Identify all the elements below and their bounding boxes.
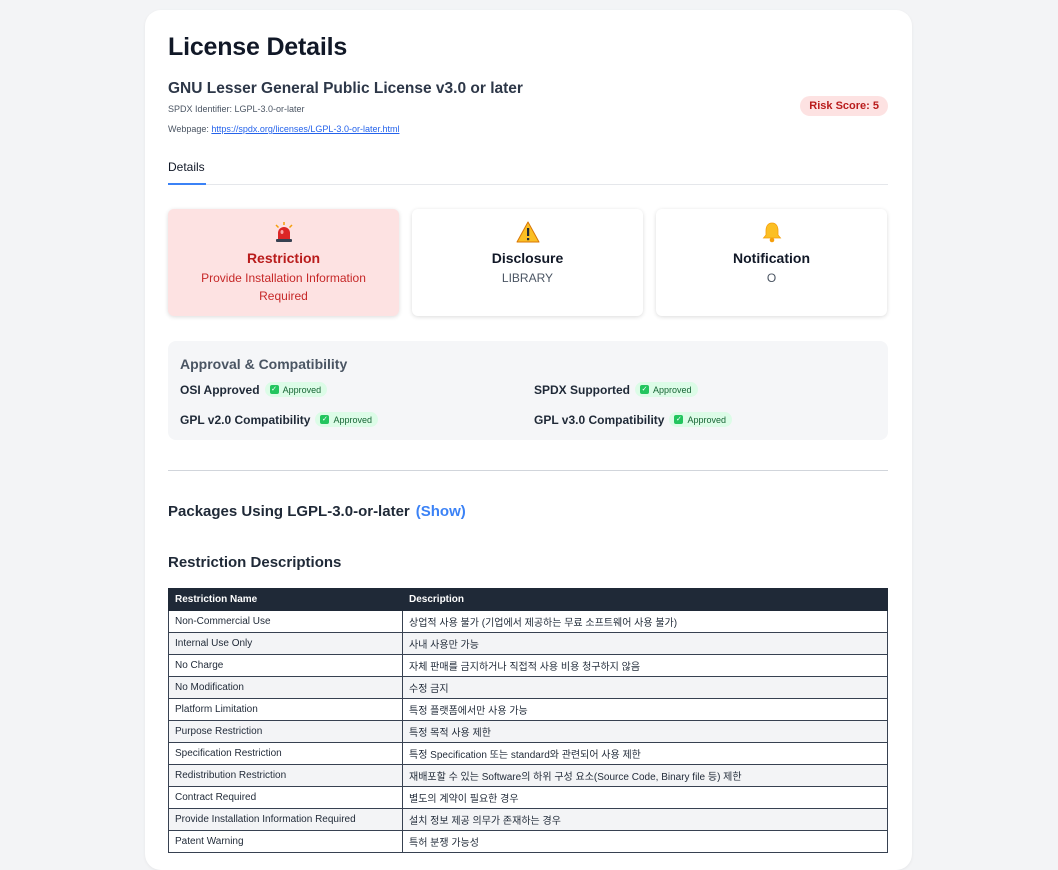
- table-row: Platform Limitation 특정 플랫폼에서만 사용 가능: [168, 698, 888, 721]
- risk-score-badge: Risk Score: 5: [800, 96, 888, 116]
- table-row: Patent Warning 특허 분쟁 가능성: [168, 830, 888, 853]
- column-header-name: Restriction Name: [168, 588, 403, 611]
- warning-icon: [412, 221, 643, 245]
- table-row: Contract Required 별도의 계약이 필요한 경우: [168, 786, 888, 809]
- status-badge: ✓ Approved: [315, 412, 379, 427]
- osi-approved-item: OSI Approved ✓ Approved: [180, 382, 328, 397]
- status-text: Approved: [333, 414, 373, 425]
- restriction-name-cell: Provide Installation Information Require…: [168, 808, 403, 831]
- restriction-name-cell: Specification Restriction: [168, 742, 403, 765]
- status-badge: ✓ Approved: [264, 382, 328, 397]
- restriction-card: Restriction Provide Installation Informa…: [168, 209, 399, 316]
- restriction-description-cell: 특허 분쟁 가능성: [402, 830, 888, 853]
- restriction-description-cell: 별도의 계약이 필요한 경우: [402, 786, 888, 809]
- show-packages-link[interactable]: (Show): [416, 503, 466, 520]
- restriction-description-cell: 특정 플랫폼에서만 사용 가능: [402, 698, 888, 721]
- bell-icon: [656, 221, 887, 245]
- restriction-name-cell: Non-Commercial Use: [168, 610, 403, 633]
- webpage-label: Webpage:: [168, 124, 212, 134]
- restriction-description-cell: 특정 목적 사용 제한: [402, 720, 888, 743]
- table-header-row: Restriction Name Description: [168, 588, 888, 611]
- check-icon: ✓: [320, 415, 330, 424]
- restriction-value: Provide Installation Information Require…: [201, 271, 366, 303]
- status-text: Approved: [687, 414, 727, 425]
- restriction-description-cell: 사내 사용만 가능: [402, 632, 888, 655]
- restriction-description-cell: 자체 판매를 금지하거나 직접적 사용 비용 청구하지 않음: [402, 654, 888, 677]
- restriction-description-cell: 재배포할 수 있는 Software의 하위 구성 요소(Source Code…: [402, 764, 888, 787]
- notification-card: Notification O: [656, 209, 887, 316]
- restriction-description-cell: 설치 정보 제공 의무가 존재하는 경우: [402, 808, 888, 831]
- restriction-title: Restriction: [246, 250, 321, 266]
- status-text: Approved: [653, 384, 692, 395]
- spdx-supported-label: SPDX Supported: [534, 382, 631, 397]
- tab-details[interactable]: Details: [168, 160, 206, 185]
- spdx-identifier: SPDX Identifier: LGPL-3.0-or-later: [168, 104, 305, 114]
- status-badge: ✓ Approved: [635, 382, 698, 397]
- spdx-value: LGPL-3.0-or-later: [234, 104, 305, 114]
- restriction-table: Restriction Name Description Non-Commerc…: [168, 588, 888, 853]
- restriction-name-cell: Contract Required: [168, 786, 403, 809]
- notification-value: O: [766, 271, 777, 285]
- disclosure-title: Disclosure: [491, 250, 564, 266]
- spdx-supported-item: SPDX Supported ✓ Approved: [534, 382, 698, 397]
- osi-approved-label: OSI Approved: [180, 382, 260, 397]
- gpl-v3-label: GPL v3.0 Compatibility: [534, 412, 665, 427]
- check-icon: ✓: [269, 385, 279, 394]
- status-badge: ✓ Approved: [669, 412, 733, 427]
- status-text: Approved: [282, 384, 322, 395]
- restriction-name-cell: Purpose Restriction: [168, 720, 403, 743]
- restriction-name-cell: Internal Use Only: [168, 632, 403, 655]
- restriction-name-cell: Platform Limitation: [168, 698, 403, 721]
- license-details-card: License Details GNU Lesser General Publi…: [145, 10, 912, 870]
- check-icon: ✓: [640, 385, 650, 394]
- table-row: Internal Use Only 사내 사용만 가능: [168, 632, 888, 655]
- spdx-label: SPDX Identifier:: [168, 104, 235, 114]
- license-name: GNU Lesser General Public License v3.0 o…: [168, 80, 523, 97]
- restriction-name-cell: No Charge: [168, 654, 403, 677]
- disclosure-card: Disclosure LIBRARY: [412, 209, 643, 316]
- table-row: Provide Installation Information Require…: [168, 808, 888, 831]
- table-row: Specification Restriction 특정 Specificatio…: [168, 742, 888, 765]
- webpage: Webpage: https://spdx.org/licenses/LGPL-…: [168, 124, 399, 134]
- page-title: License Details: [168, 33, 348, 61]
- gpl-v2-label: GPL v2.0 Compatibility: [180, 412, 311, 427]
- gpl-v2-compatibility-item: GPL v2.0 Compatibility ✓ Approved: [180, 412, 379, 427]
- tab-bar: Details: [168, 160, 888, 185]
- restriction-name-cell: Patent Warning: [168, 830, 403, 853]
- notification-title: Notification: [733, 250, 810, 266]
- webpage-link[interactable]: https://spdx.org/licenses/LGPL-3.0-or-la…: [211, 124, 399, 134]
- disclosure-value: LIBRARY: [501, 271, 554, 285]
- column-header-description: Description: [402, 588, 888, 611]
- approval-compatibility-section: Approval & Compatibility OSI Approved ✓ A…: [168, 341, 888, 440]
- table-row: Non-Commercial Use 상업적 사용 불가 (기업에서 제공하는 무…: [168, 610, 888, 633]
- restriction-name-cell: Redistribution Restriction: [168, 764, 403, 787]
- approval-title: Approval & Compatibility: [180, 356, 348, 372]
- gpl-v3-compatibility-item: GPL v3.0 Compatibility ✓ Approved: [534, 412, 733, 427]
- restriction-descriptions-heading: Restriction Descriptions: [168, 554, 342, 571]
- restriction-description-cell: 수정 금지: [402, 676, 888, 699]
- restriction-description-cell: 특정 Specification 또는 standard와 관련되어 사용 제한: [402, 742, 888, 765]
- check-icon: ✓: [674, 415, 684, 424]
- packages-heading: Packages Using LGPL-3.0-or-later (Show): [168, 503, 466, 520]
- restriction-name-cell: No Modification: [168, 676, 403, 699]
- packages-label: Packages Using LGPL-3.0-or-later: [168, 503, 410, 520]
- table-row: Purpose Restriction 특정 목적 사용 제한: [168, 720, 888, 743]
- siren-icon: [168, 221, 399, 245]
- table-row: No Charge 자체 판매를 금지하거나 직접적 사용 비용 청구하지 않음: [168, 654, 888, 677]
- table-row: No Modification 수정 금지: [168, 676, 888, 699]
- section-divider: [168, 470, 888, 471]
- restriction-description-cell: 상업적 사용 불가 (기업에서 제공하는 무료 소프트웨어 사용 불가): [402, 610, 888, 633]
- table-row: Redistribution Restriction 재배포할 수 있는 Soft…: [168, 764, 888, 787]
